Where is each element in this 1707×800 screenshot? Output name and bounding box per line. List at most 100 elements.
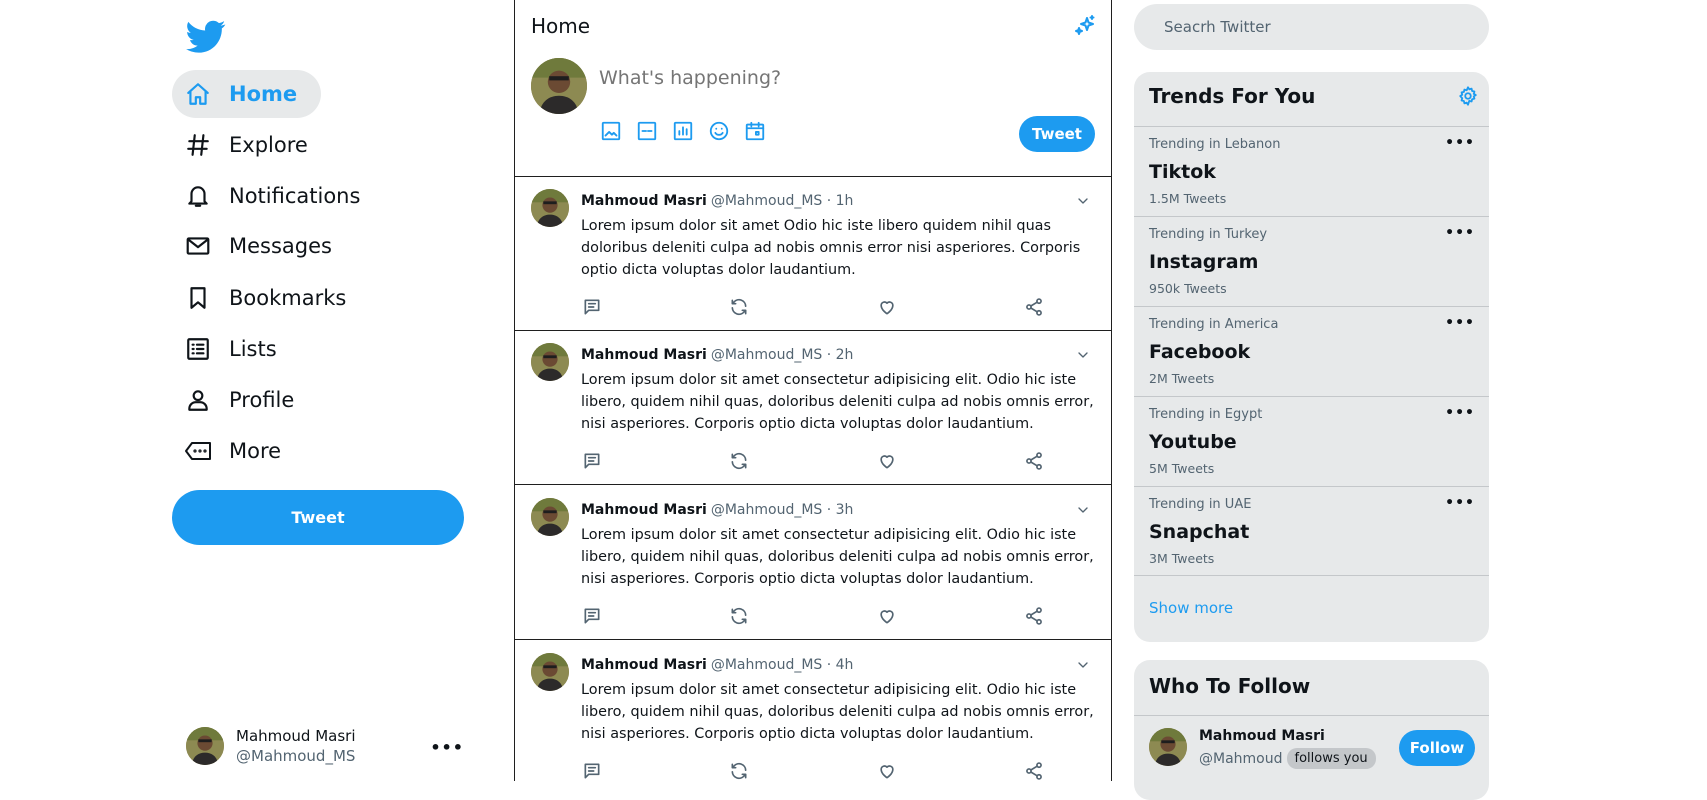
compose-tweet-button[interactable]: Tweet <box>1019 116 1095 152</box>
more-dots-icon[interactable]: ••• <box>1445 495 1475 511</box>
chevron-down-icon[interactable] <box>1075 502 1091 518</box>
page-title: Home <box>531 14 591 38</box>
avatar <box>531 498 569 536</box>
tweet-meta: @Mahmoud_MS · 1h <box>710 193 854 209</box>
nav-item-home[interactable]: Home <box>172 70 322 118</box>
tweet-meta: @Mahmoud_MS · 2h <box>710 347 854 363</box>
avatar <box>1149 728 1187 766</box>
compose-toolbar <box>598 118 768 144</box>
trend-context: Trending in Turkey <box>1149 227 1268 242</box>
tweet-header: Mahmoud Masri @Mahmoud_MS · 3h <box>581 502 853 518</box>
tweet-meta: @Mahmoud_MS · 3h <box>710 502 854 518</box>
reply-icon[interactable] <box>581 450 603 472</box>
trend-context: Trending in Egypt <box>1149 407 1263 422</box>
avatar <box>531 58 587 114</box>
poll-icon[interactable] <box>670 118 696 144</box>
tweet-text: Lorem ipsum dolor sit amet consectetur a… <box>581 682 1094 742</box>
nav-item-explore[interactable]: Explore <box>172 121 332 169</box>
trend-count: 2M Tweets <box>1149 371 1215 386</box>
trend-item[interactable]: Trending in Turkey Instagram 950k Tweets… <box>1134 216 1489 306</box>
follow-handle: @Mahmoud <box>1199 750 1283 767</box>
trend-topic: Tiktok <box>1149 161 1216 183</box>
retweet-icon[interactable] <box>728 296 750 318</box>
more-icon <box>184 437 212 465</box>
reply-icon[interactable] <box>581 760 603 781</box>
follow-suggestion[interactable]: Mahmoud Masri @Mahmoud follows you Follo… <box>1134 715 1489 786</box>
nav-item-lists[interactable]: Lists <box>172 325 301 373</box>
retweet-icon[interactable] <box>728 760 750 781</box>
chevron-down-icon[interactable] <box>1075 193 1091 209</box>
retweet-icon[interactable] <box>728 450 750 472</box>
reply-icon[interactable] <box>581 296 603 318</box>
compose-input[interactable] <box>597 66 1001 90</box>
nav-item-label: Notifications <box>229 184 361 208</box>
image-icon[interactable] <box>598 118 624 144</box>
nav-item-more[interactable]: More <box>172 427 305 475</box>
follows-you-badge: follows you <box>1286 748 1376 769</box>
home-feed: Home Tweet Mahmoud Masri@Mahmoud_MS · 1h… <box>514 0 1112 781</box>
twitter-bird-icon[interactable] <box>186 20 226 54</box>
more-dots-icon[interactable]: ••• <box>1445 405 1475 421</box>
chevron-down-icon[interactable] <box>1075 347 1091 363</box>
nav-item-notifications[interactable]: Notifications <box>172 172 384 220</box>
tweet-actions <box>581 760 1045 781</box>
tweet[interactable]: Mahmoud Masri @Mahmoud_MS · 1h Lorem ipsu… <box>515 177 1111 331</box>
more-dots-icon[interactable]: ••• <box>1445 225 1475 241</box>
more-dots-icon[interactable]: ••• <box>430 738 464 757</box>
gif-icon[interactable] <box>634 118 660 144</box>
nav-item-messages[interactable]: Messages <box>172 222 356 270</box>
more-dots-icon[interactable]: ••• <box>1445 315 1475 331</box>
trend-item[interactable]: Trending in America Facebook 2M Tweets •… <box>1134 306 1489 396</box>
hashtag-icon <box>184 131 212 159</box>
tweet-text: Lorem ipsum dolor sit amet consectetur a… <box>581 372 1094 432</box>
tweet-button[interactable]: Tweet <box>172 490 464 545</box>
search-input[interactable] <box>1134 4 1489 50</box>
tweet-header: Mahmoud Masri @Mahmoud_MS · 4h <box>581 657 853 673</box>
nav-item-label: Lists <box>229 337 277 361</box>
tweet-header: Mahmoud Masri @Mahmoud_MS · 1h <box>581 193 853 209</box>
gear-icon[interactable] <box>1457 85 1479 107</box>
reply-icon[interactable] <box>581 605 603 627</box>
trend-count: 3M Tweets <box>1149 551 1215 566</box>
sparkle-icon[interactable] <box>1073 14 1097 38</box>
tweet-text: Lorem ipsum dolor sit amet consectetur a… <box>581 527 1094 587</box>
emoji-icon[interactable] <box>706 118 732 144</box>
trend-context: Trending in UAE <box>1149 497 1252 512</box>
tweet-author: Mahmoud Masri <box>581 502 707 518</box>
tweet-actions <box>581 450 1045 472</box>
heart-icon[interactable] <box>876 760 898 781</box>
nav-item-profile[interactable]: Profile <box>172 376 318 424</box>
trend-count: 1.5M Tweets <box>1149 191 1227 206</box>
trend-context: Trending in Lebanon <box>1149 137 1281 152</box>
tweet[interactable]: Mahmoud Masri @Mahmoud_MS · 3h Lorem ipsu… <box>515 486 1111 640</box>
heart-icon[interactable] <box>876 296 898 318</box>
share-icon[interactable] <box>1023 760 1045 781</box>
nav-item-label: Bookmarks <box>229 286 347 310</box>
heart-icon[interactable] <box>876 605 898 627</box>
tweet-header: Mahmoud Masri @Mahmoud_MS · 2h <box>581 347 853 363</box>
account-names: Mahmoud Masri @Mahmoud_MS <box>236 726 356 766</box>
tweet-text: Lorem ipsum dolor sit amet Odio hic iste… <box>581 218 1081 278</box>
share-icon[interactable] <box>1023 450 1045 472</box>
trend-item[interactable]: Trending in Egypt Youtube 5M Tweets ••• <box>1134 396 1489 486</box>
heart-icon[interactable] <box>876 450 898 472</box>
tweet[interactable]: Mahmoud Masri @Mahmoud_MS · 2h Lorem ipsu… <box>515 331 1111 485</box>
compose-box: Tweet <box>515 54 1111 177</box>
share-icon[interactable] <box>1023 605 1045 627</box>
bookmark-icon <box>184 284 212 312</box>
trend-item[interactable]: Trending in UAE Snapchat 3M Tweets ••• <box>1134 486 1489 576</box>
left-nav: Home Explore Notifications Messages Book… <box>172 0 472 781</box>
follow-button[interactable]: Follow <box>1399 730 1475 766</box>
retweet-icon[interactable] <box>728 605 750 627</box>
chevron-down-icon[interactable] <box>1075 657 1091 673</box>
more-dots-icon[interactable]: ••• <box>1445 135 1475 151</box>
share-icon[interactable] <box>1023 296 1045 318</box>
trend-item[interactable]: Trending in Lebanon Tiktok 1.5M Tweets •… <box>1134 126 1489 216</box>
home-icon <box>184 80 212 108</box>
account-switcher[interactable]: Mahmoud Masri @Mahmoud_MS ••• <box>186 724 476 768</box>
tweet[interactable]: Mahmoud Masri @Mahmoud_MS · 4h Lorem ipsu… <box>515 641 1111 781</box>
nav-item-bookmarks[interactable]: Bookmarks <box>172 274 370 322</box>
tweet-author: Mahmoud Masri <box>581 657 707 673</box>
show-more-link[interactable]: Show more <box>1149 599 1233 617</box>
schedule-icon[interactable] <box>742 118 768 144</box>
